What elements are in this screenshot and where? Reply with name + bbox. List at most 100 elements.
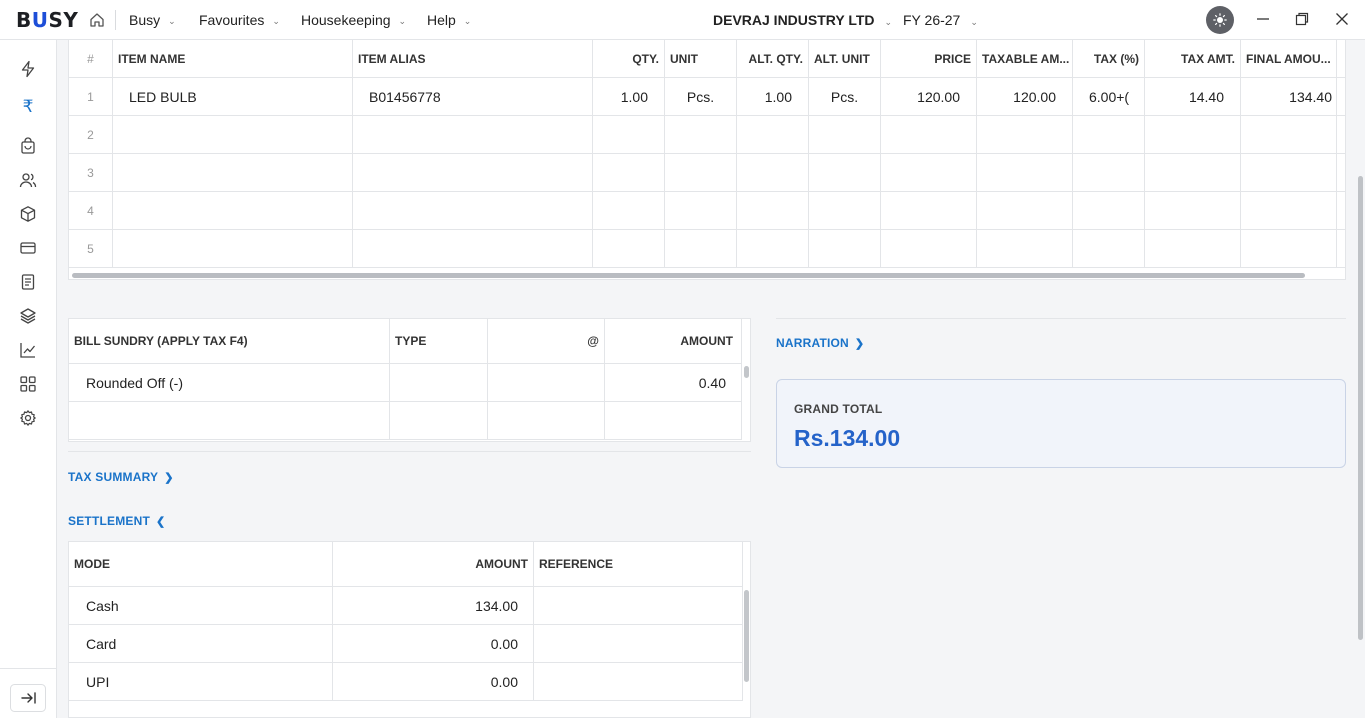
price-cell[interactable] xyxy=(881,116,977,153)
tax-percent-cell[interactable] xyxy=(1073,192,1145,229)
taxable-amount-cell[interactable] xyxy=(977,192,1073,229)
lightning-icon[interactable] xyxy=(19,60,37,78)
alt-unit-cell[interactable] xyxy=(809,116,881,153)
table-row[interactable]: Card 0.00 xyxy=(69,625,743,663)
col-header-type[interactable]: TYPE xyxy=(390,319,488,363)
alt-qty-cell[interactable]: 1.00 xyxy=(737,78,809,115)
col-header-amount[interactable]: AMOUNT xyxy=(605,319,742,363)
final-amount-cell[interactable] xyxy=(1241,192,1337,229)
table-row[interactable]: Cash 134.00 xyxy=(69,587,743,625)
table-row[interactable]: 5 xyxy=(69,230,1345,268)
col-header-alt-qty[interactable]: ALT. QTY. xyxy=(737,40,809,77)
amount-cell[interactable]: 134.00 xyxy=(333,587,534,624)
fiscal-year-selector[interactable]: FY 26-27 ⌄ xyxy=(903,12,978,28)
narration-toggle[interactable]: NARRATION ❯ xyxy=(776,336,864,350)
chart-icon[interactable] xyxy=(19,341,37,359)
reference-cell[interactable] xyxy=(534,625,743,662)
col-header-qty[interactable]: QTY. xyxy=(593,40,665,77)
table-row[interactable]: 3 xyxy=(69,154,1345,192)
close-icon[interactable] xyxy=(1334,11,1350,27)
col-header-bill-sundry[interactable]: BILL SUNDRY (APPLY TAX F4) xyxy=(69,319,390,363)
tax-summary-toggle[interactable]: TAX SUMMARY ❯ xyxy=(68,470,174,484)
item-name-cell[interactable] xyxy=(113,116,353,153)
col-header-tax-amount[interactable]: TAX AMT. xyxy=(1145,40,1241,77)
taxable-amount-cell[interactable] xyxy=(977,230,1073,267)
vertical-scrollbar[interactable] xyxy=(744,366,749,378)
col-header-item-alias[interactable]: ITEM ALIAS xyxy=(353,40,593,77)
unit-cell[interactable]: Pcs. xyxy=(665,78,737,115)
unit-cell[interactable] xyxy=(665,154,737,191)
item-alias-cell[interactable] xyxy=(353,116,593,153)
item-name-cell[interactable] xyxy=(113,154,353,191)
item-alias-cell[interactable] xyxy=(353,192,593,229)
mode-cell[interactable]: Cash xyxy=(69,587,333,624)
tax-percent-cell[interactable] xyxy=(1073,116,1145,153)
tax-amount-cell[interactable] xyxy=(1145,116,1241,153)
unit-cell[interactable] xyxy=(665,116,737,153)
final-amount-cell[interactable] xyxy=(1241,230,1337,267)
table-row[interactable]: UPI 0.00 xyxy=(69,663,743,701)
alt-unit-cell[interactable] xyxy=(809,154,881,191)
menu-favourites[interactable]: Favourites ⌄ xyxy=(199,12,280,28)
reference-cell[interactable] xyxy=(534,663,743,700)
alt-qty-cell[interactable] xyxy=(737,192,809,229)
type-cell[interactable] xyxy=(390,364,488,401)
item-name-cell[interactable] xyxy=(113,230,353,267)
grid-icon[interactable] xyxy=(19,375,37,393)
alt-qty-cell[interactable] xyxy=(737,230,809,267)
unit-cell[interactable] xyxy=(665,230,737,267)
item-alias-cell[interactable] xyxy=(353,154,593,191)
item-name-cell[interactable]: LED BULB xyxy=(113,78,353,115)
menu-busy[interactable]: Busy ⌄ xyxy=(129,12,176,28)
final-amount-cell[interactable] xyxy=(1241,116,1337,153)
alt-qty-cell[interactable] xyxy=(737,154,809,191)
mode-cell[interactable]: UPI xyxy=(69,663,333,700)
credit-card-icon[interactable] xyxy=(19,239,37,257)
tax-amount-cell[interactable] xyxy=(1145,230,1241,267)
col-header-tax-percent[interactable]: TAX (%) xyxy=(1073,40,1145,77)
tax-percent-cell[interactable] xyxy=(1073,154,1145,191)
company-selector[interactable]: DEVRAJ INDUSTRY LTD ⌄ xyxy=(713,12,892,28)
col-header-reference[interactable]: REFERENCE xyxy=(534,542,743,586)
rupee-icon[interactable]: ₹ xyxy=(19,98,37,116)
tax-amount-cell[interactable]: 14.40 xyxy=(1145,78,1241,115)
taxable-amount-cell[interactable] xyxy=(977,116,1073,153)
shopping-bag-icon[interactable] xyxy=(19,137,37,155)
busy-logo[interactable]: BUSY xyxy=(16,8,78,32)
menu-help[interactable]: Help ⌄ xyxy=(427,12,471,28)
users-icon[interactable] xyxy=(19,171,37,189)
item-alias-cell[interactable]: B01456778 xyxy=(353,78,593,115)
qty-cell[interactable] xyxy=(593,116,665,153)
amount-cell[interactable]: 0.00 xyxy=(333,663,534,700)
document-icon[interactable] xyxy=(19,273,37,291)
col-header-rate[interactable]: @ xyxy=(488,319,605,363)
alt-unit-cell[interactable]: Pcs. xyxy=(809,78,881,115)
tax-amount-cell[interactable] xyxy=(1145,192,1241,229)
expand-sidebar-icon[interactable] xyxy=(10,684,46,712)
vertical-scrollbar[interactable] xyxy=(744,590,749,682)
table-row[interactable]: 2 xyxy=(69,116,1345,154)
alt-qty-cell[interactable] xyxy=(737,116,809,153)
mode-cell[interactable]: Card xyxy=(69,625,333,662)
price-cell[interactable]: 120.00 xyxy=(881,78,977,115)
table-row[interactable]: 1 LED BULB B01456778 1.00 Pcs. 1.00 Pcs.… xyxy=(69,78,1345,116)
alt-unit-cell[interactable] xyxy=(809,192,881,229)
rate-cell[interactable] xyxy=(488,402,605,439)
col-header-mode[interactable]: MODE xyxy=(69,542,333,586)
amount-cell[interactable]: 0.00 xyxy=(333,625,534,662)
col-header-alt-unit[interactable]: ALT. UNIT xyxy=(809,40,881,77)
type-cell[interactable] xyxy=(390,402,488,439)
col-header-price[interactable]: PRICE xyxy=(881,40,977,77)
bill-sundry-name-cell[interactable]: Rounded Off (-) xyxy=(69,364,390,401)
price-cell[interactable] xyxy=(881,230,977,267)
tax-percent-cell[interactable]: 6.00+( xyxy=(1073,78,1145,115)
rate-cell[interactable] xyxy=(488,364,605,401)
layers-icon[interactable] xyxy=(19,307,37,325)
table-row[interactable]: 4 xyxy=(69,192,1345,230)
tax-percent-cell[interactable] xyxy=(1073,230,1145,267)
page-scrollbar[interactable] xyxy=(1358,176,1363,640)
table-row[interactable]: Rounded Off (-) 0.40 xyxy=(69,364,742,402)
reference-cell[interactable] xyxy=(534,587,743,624)
item-name-cell[interactable] xyxy=(113,192,353,229)
horizontal-scrollbar[interactable] xyxy=(72,273,1305,278)
